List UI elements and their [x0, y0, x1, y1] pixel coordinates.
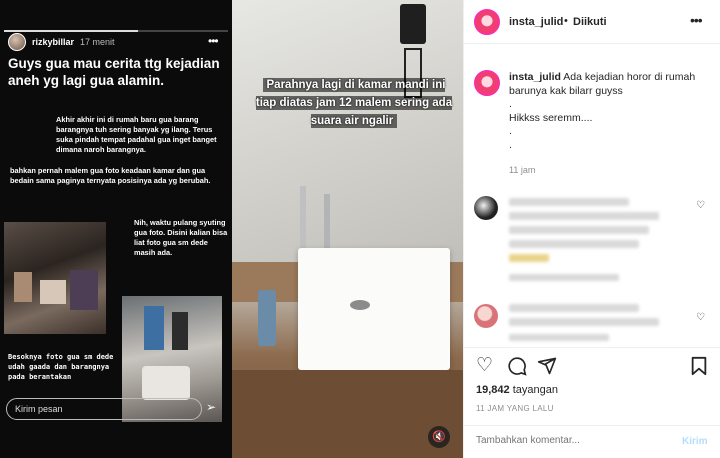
share-icon[interactable]	[537, 356, 557, 376]
comment-avatar[interactable]	[474, 196, 498, 220]
separator-dot: •	[564, 15, 568, 27]
view-count[interactable]: 19,842 tayangan	[476, 384, 558, 396]
story-progress-bar	[4, 30, 228, 32]
more-options-icon[interactable]: •••	[690, 12, 703, 28]
blurred-comment-meta	[509, 274, 619, 281]
avatar[interactable]	[474, 9, 500, 35]
story-time: 17 menit	[80, 37, 115, 47]
comment-icon[interactable]	[507, 356, 527, 376]
story-avatar	[8, 33, 26, 51]
comment-like-icon[interactable]: ♡	[696, 312, 705, 323]
story-screenshot: rizkybillar 17 menit ••• Guys gua mau ce…	[0, 0, 232, 458]
story-username: rizkybillar	[32, 37, 75, 47]
story-headline: Guys gua mau cerita ttg kejadian aneh yg…	[8, 56, 220, 88]
post-comment-button[interactable]: Kirim	[682, 436, 708, 447]
blurred-comment-text	[509, 318, 659, 326]
post-caption: insta_julid Ada kejadian horor di rumah …	[509, 71, 709, 152]
bathroom-video-frame: Parahnya lagi di kamar mandi ini tiap di…	[232, 0, 463, 458]
instagram-post-view: rizkybillar 17 menit ••• Guys gua mau ce…	[0, 0, 720, 458]
sink	[298, 248, 450, 370]
comment-avatar[interactable]	[474, 304, 498, 328]
caption-username[interactable]: insta_julid	[509, 71, 561, 83]
story-text-1: Akhir akhir ini di rumah baru gua barang…	[56, 115, 217, 154]
story-more-icon: •••	[208, 34, 219, 48]
story-photo-before	[4, 222, 106, 334]
story-text-2: bahkan pernah malem gua foto keadaan kam…	[10, 166, 211, 185]
heart-icon[interactable]: ♡	[476, 356, 496, 376]
view-count-number: 19,842	[476, 384, 510, 396]
bookmark-icon[interactable]	[690, 356, 710, 376]
caption-line-3: Hikkss seremm....	[509, 111, 593, 124]
caption-line-4: .	[509, 125, 512, 137]
blurred-comment-text	[509, 240, 639, 248]
story-text-4: Besoknya foto gua sm dede udah gaada dan…	[8, 353, 114, 381]
caption-timestamp: 11 jam	[509, 165, 536, 175]
post-header: insta_julid • Diikuti •••	[464, 0, 720, 44]
post-timestamp: 11 JAM YANG LALU	[476, 404, 554, 413]
post-actions: ♡ 19,842 tayangan 11 JAM YANG LALU Kirim	[464, 347, 720, 458]
view-count-label: tayangan	[512, 384, 558, 396]
add-comment-bar: Kirim	[464, 425, 720, 458]
post-username[interactable]: insta_julid	[509, 16, 563, 28]
blurred-comment-text	[509, 198, 629, 206]
comment-input[interactable]	[476, 435, 656, 446]
vanity-cabinet	[232, 370, 463, 458]
story-text-3: Nih, waktu pulang syuting gua foto. Disi…	[134, 218, 228, 257]
video-caption-text: Parahnya lagi di kamar mandi ini tiap di…	[255, 78, 453, 128]
blurred-comment-text	[509, 304, 639, 312]
follow-status-button[interactable]: Diikuti	[573, 16, 607, 28]
wall-lamp	[400, 4, 426, 44]
blurred-comment-text	[509, 212, 659, 220]
send-icon: ➢	[206, 400, 217, 414]
post-media[interactable]: rizkybillar 17 menit ••• Guys gua mau ce…	[0, 0, 463, 458]
caption-line-2: .	[509, 98, 512, 110]
caption-line-5: .	[509, 138, 512, 151]
story-reply-field: Kirim pesan	[6, 398, 202, 420]
comment-like-icon[interactable]: ♡	[696, 200, 705, 211]
soap-bottle	[258, 290, 276, 346]
blurred-comment-text	[509, 254, 549, 262]
blurred-comment-meta	[509, 334, 609, 341]
caption-avatar[interactable]	[474, 70, 500, 96]
speaker-muted-icon[interactable]: 🔇	[428, 426, 450, 448]
blurred-comment-text	[509, 226, 649, 234]
post-sidebar: insta_julid • Diikuti ••• insta_julid Ad…	[463, 0, 720, 458]
video-caption: Parahnya lagi di kamar mandi ini tiap di…	[254, 76, 454, 130]
